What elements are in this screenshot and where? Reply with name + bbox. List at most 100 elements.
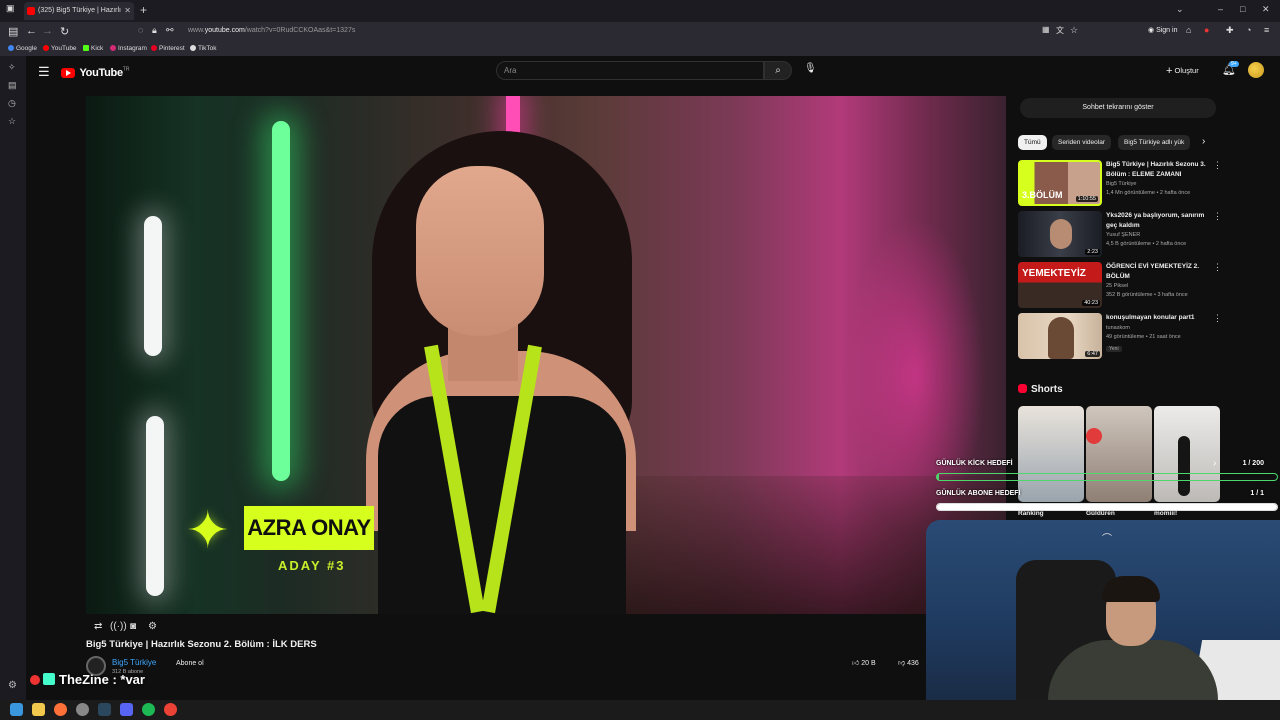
recommendation-meta: 4,5 B görüntüleme • 2 hafta önce xyxy=(1106,241,1187,247)
chevron-right-icon[interactable]: › xyxy=(1202,136,1205,147)
sub-goal-value: 1 / 1 xyxy=(1250,490,1264,497)
minimize-icon[interactable]: – xyxy=(1218,4,1223,14)
shield-icon[interactable]: ◌ xyxy=(138,25,143,35)
tab-list-icon[interactable]: ⌄ xyxy=(1176,4,1184,15)
video-player[interactable]: ✦ AZRA ONAY ADAY #3 xyxy=(86,96,1006,614)
bookmark-instagram[interactable]: Instagram xyxy=(110,45,147,52)
recommendation-item[interactable]: YEMEKTEYİZ 40:23 ÖĞRENCİ EVİ YEMEKTEYİZ … xyxy=(1018,262,1238,308)
history-icon[interactable]: ◷ xyxy=(8,98,16,109)
ai-chat-icon[interactable]: ✧ xyxy=(8,62,16,73)
kick-icon xyxy=(83,45,89,51)
lock-icon[interactable]: 🔒︎ xyxy=(152,25,157,36)
windows-start-icon[interactable] xyxy=(10,703,23,716)
bookmark-kick[interactable]: Kick xyxy=(83,45,103,52)
subscribe-button[interactable]: Abone ol xyxy=(166,658,214,669)
browser-tab[interactable]: (325) Big5 Türkiye | Hazırlı ✕ xyxy=(24,2,134,20)
new-tab-icon[interactable]: + xyxy=(140,3,147,17)
translate-icon[interactable]: 文 xyxy=(1056,25,1064,36)
kick-goal-label: GÜNLÜK KİCK HEDEFİ xyxy=(936,460,1013,467)
extension-icon[interactable]: ⌂ xyxy=(1186,25,1191,35)
firefox-icon[interactable] xyxy=(54,703,67,716)
dislike-button[interactable]: 👎︎ 436 xyxy=(898,658,919,667)
permissions-icon[interactable]: ⚯ xyxy=(166,25,174,36)
chip-all[interactable]: Tümü xyxy=(1018,135,1047,150)
bookmark-tiktok[interactable]: TikTok xyxy=(190,45,217,52)
recommendation-item[interactable]: 6:47 konuşulmayan konular part1 tunaskom… xyxy=(1018,313,1238,359)
reload-icon[interactable]: ↻ xyxy=(60,25,69,38)
more-options-icon[interactable]: ⋮ xyxy=(1213,262,1222,273)
file-explorer-icon[interactable] xyxy=(32,703,45,716)
bookmark-pinterest[interactable]: Pinterest xyxy=(151,45,185,52)
sidebar-settings-icon[interactable]: ⚙ xyxy=(8,680,17,691)
audio-icon[interactable]: ((·)) xyxy=(110,621,127,632)
short-thumbnail[interactable] xyxy=(1018,406,1084,502)
url-path: /watch?v=0RudCCKOAas&t=1327s xyxy=(244,27,356,34)
steam-icon[interactable] xyxy=(98,703,111,716)
search-button[interactable]: ⌕ xyxy=(764,61,792,80)
tiktok-icon xyxy=(190,45,196,51)
short-thumbnail[interactable] xyxy=(1154,406,1220,502)
bookmark-youtube[interactable]: YouTube xyxy=(43,45,77,52)
url-bar[interactable]: www.youtube.com/watch?v=0RudCCKOAas&t=13… xyxy=(188,27,355,34)
bookmark-google[interactable]: Google xyxy=(8,45,37,52)
hamburger-menu-icon[interactable]: ☰ xyxy=(38,64,50,80)
settings-icon[interactable]: ⚙ xyxy=(148,621,157,632)
recommendation-meta: 1,4 Mn görüntüleme • 2 hafta önce xyxy=(1106,190,1191,196)
kick-goal-fill xyxy=(937,474,939,480)
sidebar-toggle-icon[interactable]: ▣ xyxy=(6,3,15,14)
sidebar-panel-icon[interactable]: ▤ xyxy=(8,25,18,38)
chip-channel[interactable]: Big5 Türkiye adlı yük xyxy=(1118,135,1191,150)
candidate-number: ADAY #3 xyxy=(278,558,346,573)
channel-name[interactable]: Big5 Türkiye xyxy=(112,658,156,667)
show-chat-replay-button[interactable]: Sohbet tekrarını göster xyxy=(1020,98,1216,118)
create-button[interactable]: + Oluştur xyxy=(1166,65,1199,77)
user-avatar[interactable] xyxy=(1248,62,1264,78)
app-icon[interactable] xyxy=(76,703,89,716)
voice-search-icon[interactable]: 🎙︎ xyxy=(804,63,817,74)
bookmark-label: Kick xyxy=(91,45,104,52)
menu-icon[interactable]: ≡ xyxy=(1264,25,1269,35)
forward-icon[interactable]: → xyxy=(42,25,53,37)
recommendation-meta: 352 B görüntüleme • 3 hafta önce xyxy=(1106,292,1188,298)
more-options-icon[interactable]: ⋮ xyxy=(1213,211,1222,222)
youtube-icon xyxy=(43,45,49,51)
bookmarks-bar: Google YouTube Kick Instagram Pinterest … xyxy=(0,42,1280,56)
discord-icon[interactable] xyxy=(120,703,133,716)
more-options-icon[interactable]: ⋮ xyxy=(1213,160,1222,171)
close-window-icon[interactable]: ✕ xyxy=(1262,4,1270,15)
account-icon[interactable]: ◔ xyxy=(1246,25,1251,35)
youtube-logo-region: TR xyxy=(122,66,130,73)
recommendation-channel: tunaskom xyxy=(1106,325,1130,331)
bookmarks-icon[interactable]: ☆ xyxy=(8,116,16,127)
bookmark-star-icon[interactable]: ☆ xyxy=(1070,25,1078,36)
chrome-icon[interactable] xyxy=(164,703,177,716)
short-thumbnail[interactable] xyxy=(1086,406,1152,502)
sign-in-label: Sign in xyxy=(1156,27,1178,34)
back-icon[interactable]: ← xyxy=(26,25,37,37)
like-count: 20 B xyxy=(861,660,876,667)
youtube-logo-text: YouTube xyxy=(79,66,123,79)
extensions-puzzle-icon[interactable]: ✚ xyxy=(1226,25,1234,36)
red-ball xyxy=(1086,428,1102,444)
screenshot-icon[interactable]: ▦ xyxy=(1042,25,1050,34)
bookmark-label: TikTok xyxy=(198,45,217,52)
pocket-icon[interactable]: ● xyxy=(1204,25,1209,35)
browser-sidebar: ✧ ▤ ◷ ☆ xyxy=(0,56,26,700)
chip-series[interactable]: Seriden videolar xyxy=(1052,135,1111,150)
camera-icon[interactable]: ◙ xyxy=(130,621,136,632)
spotify-icon[interactable] xyxy=(142,703,155,716)
downloads-icon[interactable]: ▤ xyxy=(8,80,17,91)
streamer-hair xyxy=(1102,576,1160,602)
youtube-logo[interactable]: YouTubeTR xyxy=(61,64,130,79)
recommendation-item[interactable]: 2:23 Yks2026 ya başlıyorum, sanırım geç … xyxy=(1018,211,1238,257)
maximize-icon[interactable]: □ xyxy=(1240,4,1245,14)
recommendation-item[interactable]: 3.BÖLÜM 1:10:55 Big5 Türkiye | Hazırlık … xyxy=(1018,160,1238,206)
loop-icon[interactable]: ⇄ xyxy=(94,621,102,632)
sign-in-button[interactable]: ◉ Sign in xyxy=(1148,26,1177,34)
close-tab-icon[interactable]: ✕ xyxy=(124,2,131,20)
more-options-icon[interactable]: ⋮ xyxy=(1213,313,1222,324)
shorts-heading: Shorts xyxy=(1018,384,1063,395)
duration-badge: 1:10:55 xyxy=(1075,196,1098,202)
like-button[interactable]: 👍︎ 20 B xyxy=(852,658,876,667)
search-input[interactable]: Ara xyxy=(496,61,764,80)
